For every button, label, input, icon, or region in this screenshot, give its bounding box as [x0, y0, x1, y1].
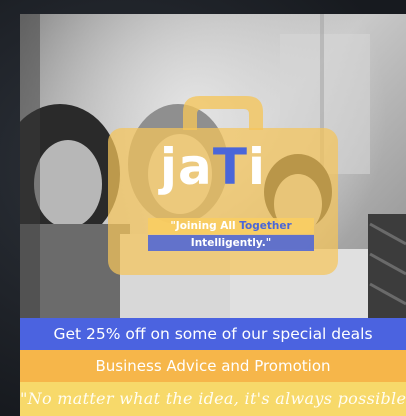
logo-text-t: T — [212, 138, 248, 196]
service-banner: Business Advice and Promotion — [20, 350, 406, 382]
tagline-line-2: Intelligently." — [148, 235, 314, 251]
tagline-line-1: "Joining All Together — [148, 218, 314, 234]
logo-wordmark: jaTi — [20, 142, 406, 192]
promo-card: jaTi "Joining All Together Intelligently… — [20, 14, 406, 416]
quote-banner: "No matter what the idea, it's always po… — [20, 382, 406, 416]
logo-text-ja: ja — [159, 138, 213, 196]
logo-text-i: i — [247, 138, 267, 196]
tagline-highlight: Together — [239, 220, 292, 232]
deal-banner: Get 25% off on some of our special deals — [20, 318, 406, 350]
page: jaTi "Joining All Together Intelligently… — [0, 0, 406, 416]
tagline-text: "Joining All — [170, 220, 240, 232]
